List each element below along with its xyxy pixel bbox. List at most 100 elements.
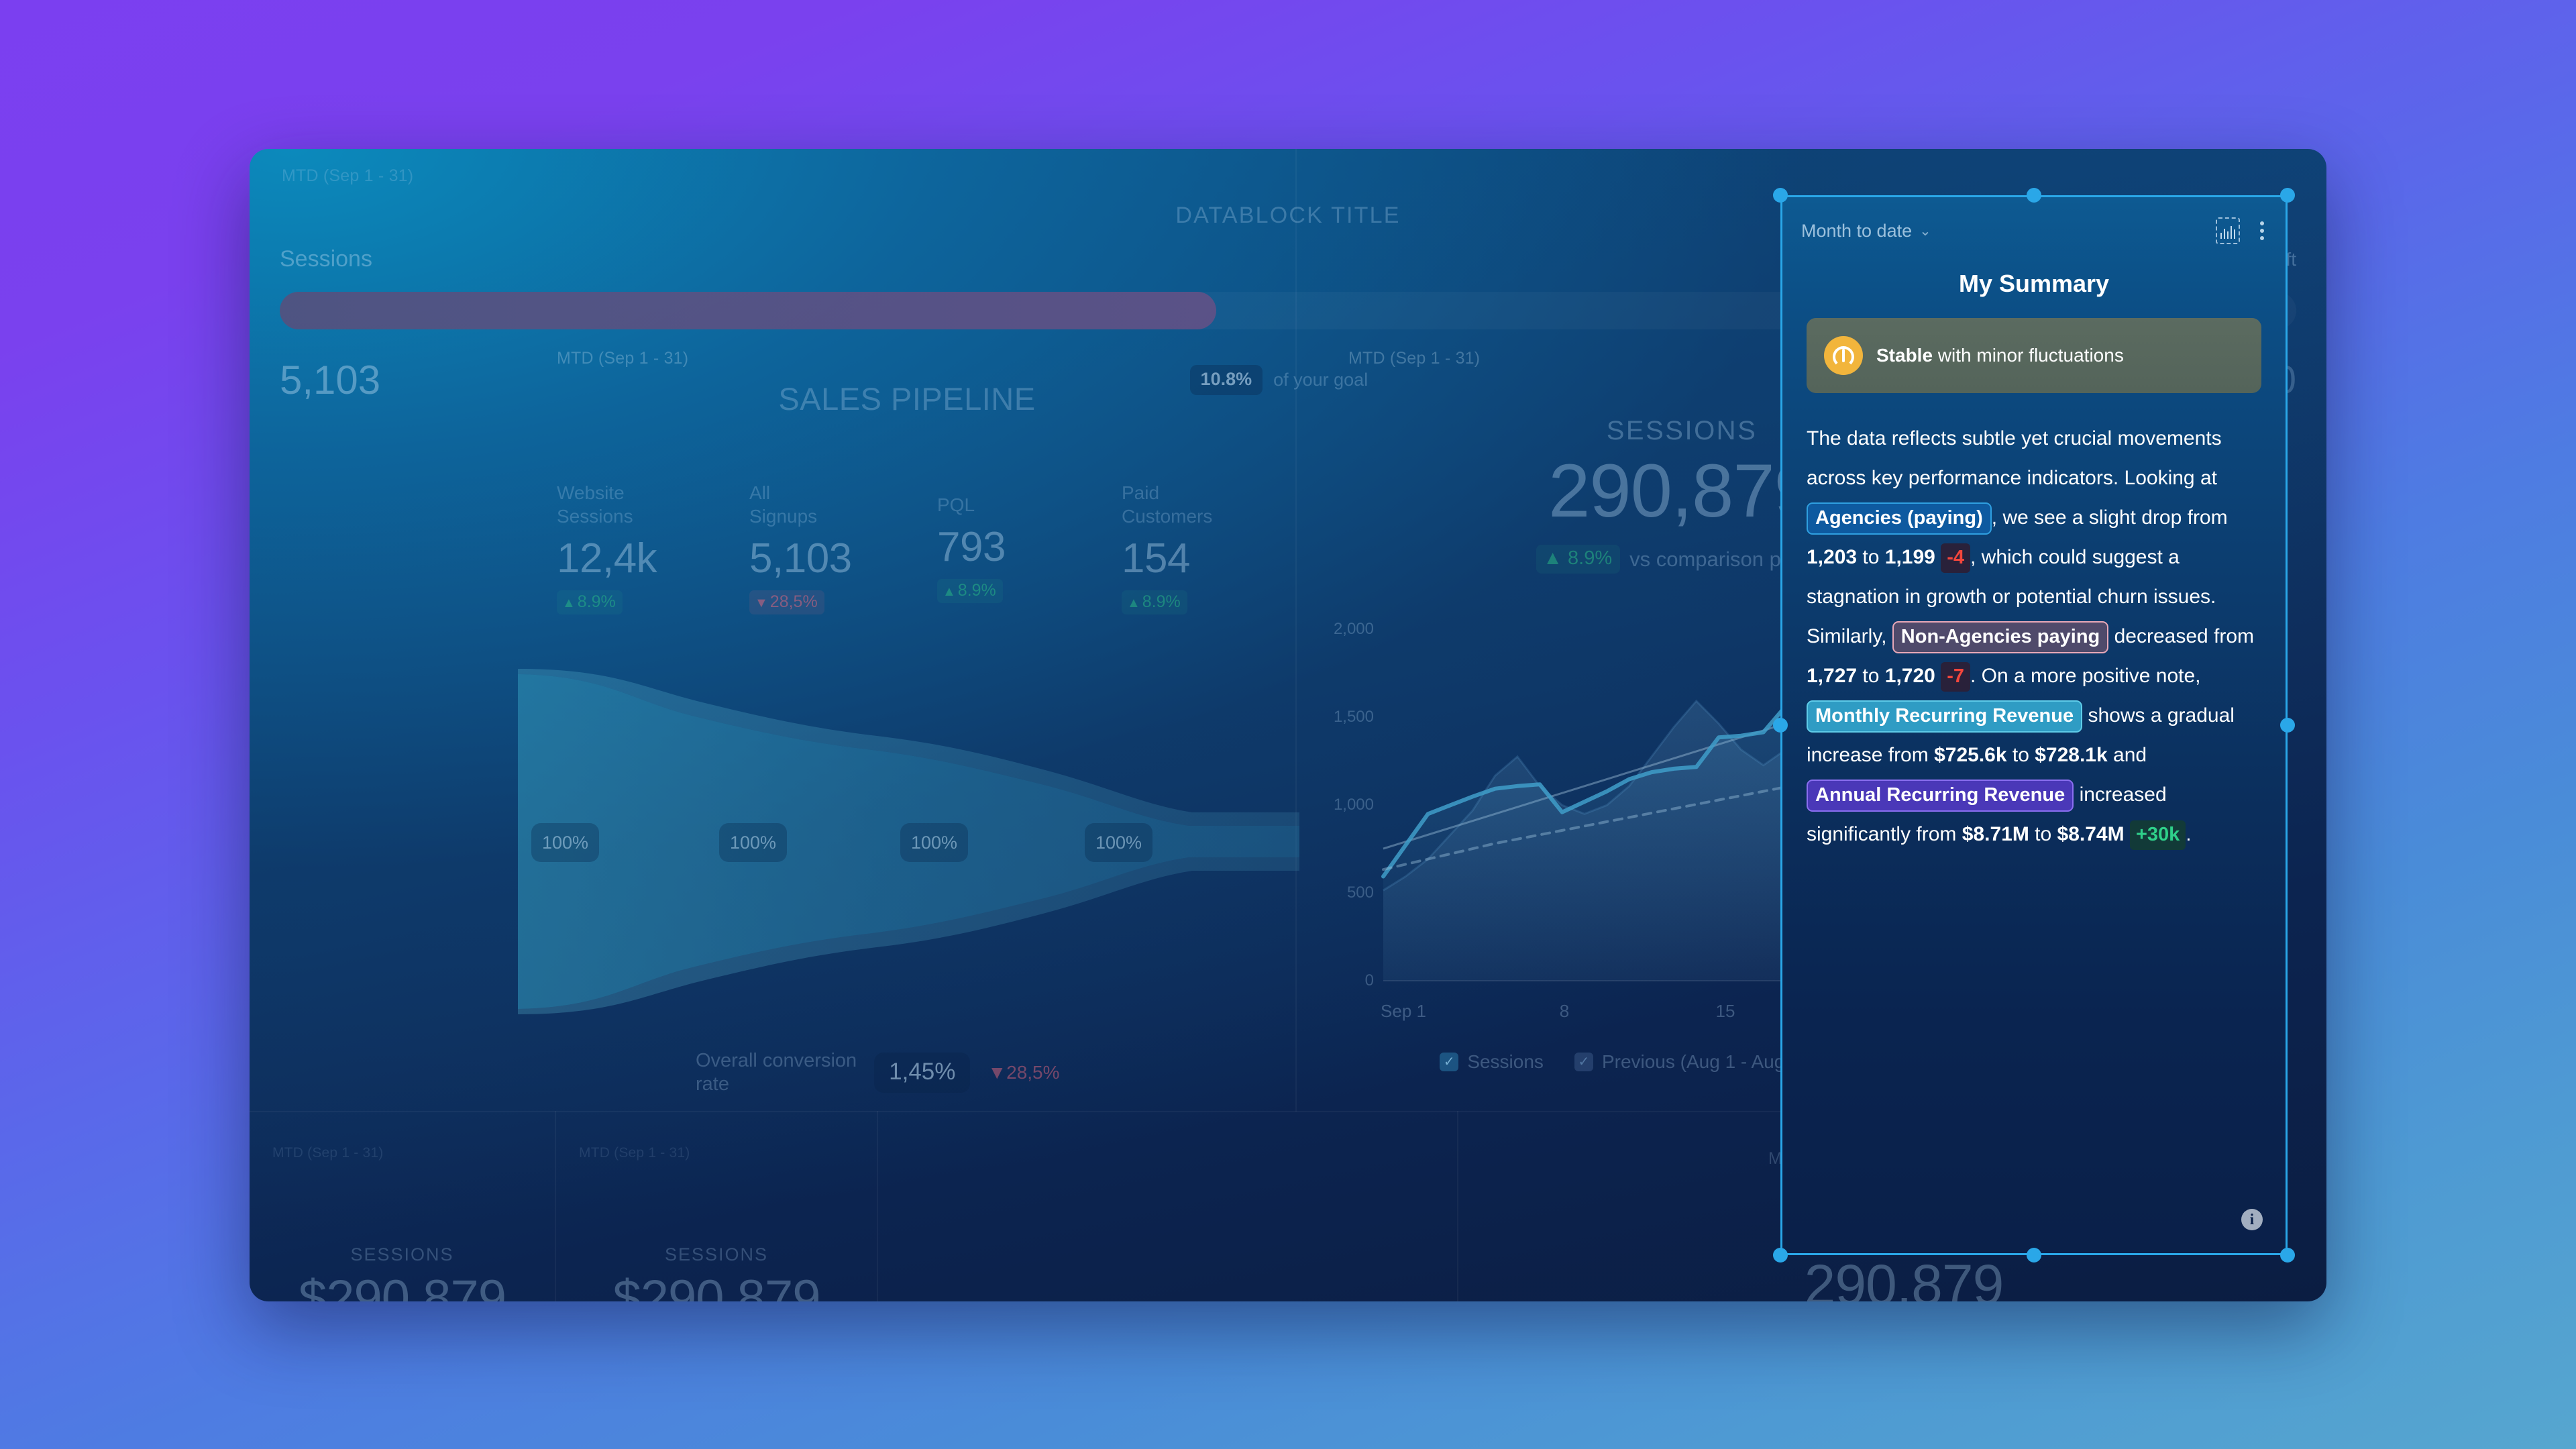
datablock-percent: 10.8% (1189, 365, 1263, 395)
overall-conversion-label: Overall conversion rate (696, 1050, 857, 1095)
widget-title: SESSIONS (350, 1244, 454, 1265)
datablock-of-goal-label: of your goal (1273, 370, 1368, 390)
selection-handle-top-right[interactable] (2280, 188, 2295, 203)
more-options-icon[interactable] (2257, 219, 2267, 243)
datablock-metric-label: Sessions (280, 246, 372, 272)
kpi-value: 793 (937, 524, 1006, 570)
kpi-pql[interactable]: PQL 793 ▲ 8.9% (937, 493, 1006, 603)
delta-arrow-up-icon: ▲ (562, 596, 576, 610)
selection-handle-middle-left[interactable] (1773, 718, 1788, 733)
selection-handle-middle-right[interactable] (2280, 718, 2295, 733)
metric-chip-annual-recurring-revenue[interactable]: Annual Recurring Revenue (1807, 780, 2074, 812)
date-range-label: Month to date (1801, 220, 1913, 241)
datablock-period-label: MTD (Sep 1 - 31) (282, 166, 414, 185)
metric-chip-monthly-recurring-revenue[interactable]: Monthly Recurring Revenue (1807, 700, 2083, 733)
funnel-stage-percent: 100% (719, 823, 788, 862)
bar-chart-icon[interactable] (2216, 217, 2240, 244)
metric-value: 1,199 (1884, 546, 1935, 568)
y-axis-tick: 500 (1346, 883, 1374, 902)
status-bold: Stable (1876, 345, 1933, 366)
sessions-stat-widget-1[interactable]: MTD (Sep 1 - 31) SESSIONS $290,879 ▲8.9%… (250, 1132, 555, 1301)
delta-value: 8.9% (957, 581, 996, 600)
metric-value: 1,203 (1807, 546, 1858, 568)
metric-value: 1,727 (1807, 665, 1858, 687)
summary-body-text: The data reflects subtle yet crucial mov… (1807, 419, 2268, 854)
kpi-label: Paid Customers (1122, 482, 1213, 527)
kpi-delta: ▲ 8.9% (557, 590, 623, 614)
ai-summary-panel[interactable]: Month to date ⌄ My Summary Stable with m… (1780, 195, 2288, 1255)
datablock-current-value: 5,103 (280, 358, 381, 402)
funnel-stage-percent: 100% (900, 823, 969, 862)
checkbox-checked-icon[interactable]: ✓ (1574, 1053, 1593, 1071)
widget-value: 290,879 (1804, 1253, 2004, 1301)
summary-text: decreased from (2108, 625, 2255, 647)
summary-text: to (1857, 546, 1885, 568)
selection-handle-bottom-right[interactable] (2280, 1248, 2295, 1263)
kpi-all-signups[interactable]: All Signups 5,103 ▼ 28,5% (749, 481, 852, 614)
funnel-footer: Overall conversion rate 1,45% ▼28,5% (518, 1049, 1296, 1097)
y-axis-tick: 2,000 (1333, 619, 1374, 638)
summary-text: to (2029, 823, 2057, 845)
status-banner: Stable with minor fluctuations (1807, 318, 2261, 393)
chevron-down-icon: ⌄ (1919, 223, 1931, 239)
legend-label: Sessions (1467, 1051, 1544, 1072)
delta-badge-negative: -7 (1941, 662, 1970, 692)
delta-badge-positive: +30k (2129, 820, 2186, 850)
selection-handle-bottom-left[interactable] (1773, 1248, 1788, 1263)
date-range-select[interactable]: Month to date ⌄ (1801, 221, 1931, 241)
metric-chip-non-agencies-paying[interactable]: Non-Agencies paying (1892, 621, 2109, 653)
kpi-website-sessions[interactable]: Website Sessions 12,4k ▲ 8.9% (557, 481, 657, 614)
panel-toolbar-actions (2216, 217, 2267, 244)
kpi-delta: ▲ 8.9% (937, 579, 1003, 603)
info-icon[interactable]: i (2241, 1209, 2263, 1230)
kpi-value: 154 (1122, 535, 1190, 582)
datablock-goal-widget[interactable]: MTD (Sep 1 - 31) DATABLOCK TITLE Session… (250, 149, 2296, 447)
kpi-delta: ▼ 28,5% (749, 590, 824, 614)
summary-text: and (2107, 744, 2147, 766)
kpi-label: PQL (937, 494, 975, 515)
widget-value: $290,879 (299, 1270, 506, 1301)
delta-arrow-up-icon: ▲ (943, 584, 956, 599)
summary-text: . (2186, 823, 2192, 845)
metric-value: $728.1k (2035, 744, 2108, 766)
metric-value: $725.6k (1934, 744, 2007, 766)
x-axis-tick: Sep 1 (1381, 1001, 1426, 1021)
panel-title: My Summary (1958, 270, 2110, 297)
kpi-value: 5,103 (749, 535, 852, 582)
delta-arrow-up-icon: ▲ (1127, 596, 1140, 610)
metric-chip-agencies-paying[interactable]: Agencies (paying) (1807, 502, 1992, 535)
metric-value: $8.71M (1962, 823, 2029, 845)
x-axis-tick: 8 (1559, 1001, 1570, 1021)
kpi-label: Website Sessions (557, 482, 633, 527)
funnel-stage-percent: 100% (1085, 823, 1153, 862)
sessions-delta: ▲ 8.9% (1536, 545, 1621, 574)
y-axis-tick: 1,000 (1333, 795, 1374, 814)
delta-value: 28,5% (769, 592, 818, 611)
selection-handle-top-center[interactable] (2027, 188, 2041, 203)
summary-text: to (2006, 744, 2035, 766)
y-axis-tick: 1,500 (1333, 707, 1374, 726)
summary-text: . On a more positive note, (1970, 665, 2201, 687)
delta-value: 8.9% (1142, 592, 1181, 611)
x-axis-tick: 15 (1715, 1001, 1735, 1021)
selection-handle-bottom-center[interactable] (2027, 1248, 2041, 1263)
kpi-label: All Signups (749, 482, 818, 527)
overall-conversion-delta: ▼28,5% (987, 1062, 1060, 1083)
grid-seam (877, 1111, 878, 1301)
panel-toolbar: Month to date ⌄ (1782, 212, 2286, 250)
status-rest: with minor fluctuations (1933, 345, 2124, 366)
widget-period-label: MTD (Sep 1 - 31) (579, 1145, 690, 1161)
sales-pipeline-widget[interactable]: MTD (Sep 1 - 31) SALES PIPELINE Website … (518, 330, 1299, 1128)
kpi-paid-customers[interactable]: Paid Customers 154 ▲ 8.9% (1122, 481, 1212, 614)
goal-progress-fill (280, 292, 1216, 329)
sessions-stat-widget-2[interactable]: MTD (Sep 1 - 31) SESSIONS $290,879 ▲8.9%… (556, 1132, 877, 1301)
checkbox-checked-icon[interactable]: ✓ (1440, 1053, 1459, 1071)
metric-value: $8.74M (2057, 823, 2125, 845)
funnel-stage-percent: 100% (531, 823, 600, 862)
gauge-icon (1824, 336, 1863, 375)
summary-text: , we see a slight drop from (1991, 506, 2228, 529)
summary-text: The data reflects subtle yet crucial mov… (1807, 427, 2222, 489)
selection-handle-top-left[interactable] (1773, 188, 1788, 203)
legend-item-sessions[interactable]: ✓ Sessions (1440, 1051, 1544, 1073)
metric-value: 1,720 (1884, 665, 1935, 687)
